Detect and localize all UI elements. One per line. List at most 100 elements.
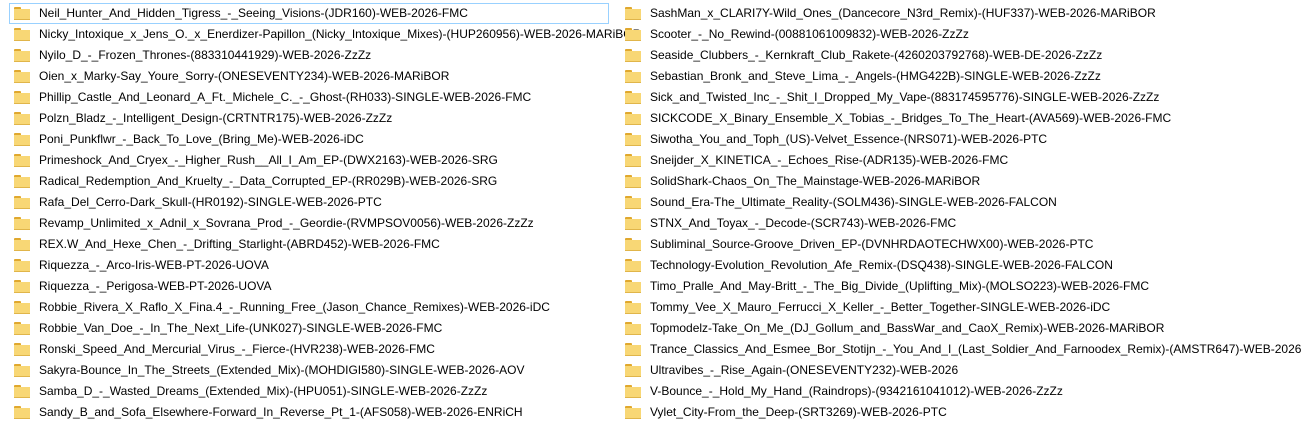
folder-name: V-Bounce_-_Hold_My_Hand_(Raindrops)-(934… <box>650 384 1063 398</box>
folder-item[interactable]: Samba_D_-_Wasted_Dreams_(Extended_Mix)-(… <box>9 381 609 402</box>
folder-item[interactable]: Trance_Classics_And_Esmee_Bor_Stotijn_-_… <box>620 339 1301 360</box>
folder-name: Timo_Pralle_And_May-Britt_-_The_Big_Divi… <box>650 279 1150 293</box>
folder-icon <box>14 259 30 272</box>
folder-icon <box>14 28 30 41</box>
folder-name: SashMan_x_CLARI7Y-Wild_Ones_(Dancecore_N… <box>650 6 1156 20</box>
folder-name: Trance_Classics_And_Esmee_Bor_Stotijn_-_… <box>650 342 1301 356</box>
folder-item[interactable]: Rafa_Del_Cerro-Dark_Skull-(HR0192)-SINGL… <box>9 192 609 213</box>
folder-icon <box>14 154 30 167</box>
folder-item[interactable]: Ultravibes_-_Rise_Again-(ONESEVENTY232)-… <box>620 360 1295 381</box>
folder-icon <box>625 343 641 356</box>
folder-icon <box>14 322 30 335</box>
folder-icon <box>14 364 30 377</box>
folder-icon <box>625 322 641 335</box>
folder-name: Vylet_City-From_the_Deep-(SRT3269)-WEB-2… <box>650 405 947 419</box>
folder-name: Subliminal_Source-Groove_Driven_EP-(DVNH… <box>650 237 1094 251</box>
folder-icon <box>14 343 30 356</box>
folder-name: Sandy_B_and_Sofa_Elsewhere-Forward_In_Re… <box>39 405 523 419</box>
folder-icon <box>625 112 641 125</box>
folder-item[interactable]: STNX_And_Toyax_-_Decode-(SCR743)-WEB-202… <box>620 213 1295 234</box>
folder-name: Samba_D_-_Wasted_Dreams_(Extended_Mix)-(… <box>39 384 488 398</box>
folder-item[interactable]: Revamp_Unlimited_x_Adnil_x_Sovrana_Prod_… <box>9 213 609 234</box>
folder-item[interactable]: Riquezza_-_Arco-Iris-WEB-PT-2026-UOVA <box>9 255 609 276</box>
folder-name: Sakyra-Bounce_In_The_Streets_(Extended_M… <box>39 363 525 377</box>
folder-name: Robbie_Rivera_X_Raflo_X_Fina.4_-_Running… <box>39 300 550 314</box>
folder-name: Riquezza_-_Arco-Iris-WEB-PT-2026-UOVA <box>39 258 269 272</box>
folder-icon <box>625 217 641 230</box>
folder-icon <box>14 91 30 104</box>
folder-item[interactable]: Sakyra-Bounce_In_The_Streets_(Extended_M… <box>9 360 609 381</box>
folder-item[interactable]: Seaside_Clubbers_-_Kernkraft_Club_Rakete… <box>620 45 1295 66</box>
folder-name: Siwotha_You_and_Toph_(US)-Velvet_Essence… <box>650 132 1048 146</box>
folder-name: Sound_Era-The_Ultimate_Reality-(SOLM436)… <box>650 195 1057 209</box>
folder-name: Radical_Redemption_And_Kruelty_-_Data_Co… <box>39 174 498 188</box>
folder-item[interactable]: Poni_Punkflwr_-_Back_To_Love_(Bring_Me)-… <box>9 129 609 150</box>
folder-item[interactable]: Nicky_Intoxique_x_Jens_O._x_Enerdizer-Pa… <box>9 24 641 45</box>
folder-item[interactable]: Vylet_City-From_the_Deep-(SRT3269)-WEB-2… <box>620 402 1295 423</box>
folder-item[interactable]: Technology-Evolution_Revolution_Afe_Remi… <box>620 255 1295 276</box>
folder-icon <box>14 238 30 251</box>
folder-icon <box>625 133 641 146</box>
file-list-pane: Neil_Hunter_And_Hidden_Tigress_-_Seeing_… <box>0 0 1301 430</box>
folder-item[interactable]: Scooter_-_No_Rewind-(00881061009832)-WEB… <box>620 24 1295 45</box>
folder-icon <box>625 7 641 20</box>
folder-item[interactable]: Robbie_Rivera_X_Raflo_X_Fina.4_-_Running… <box>9 297 609 318</box>
folder-item[interactable]: Sandy_B_and_Sofa_Elsewhere-Forward_In_Re… <box>9 402 609 423</box>
folder-name: Sebastian_Bronk_and_Steve_Lima_-_Angels-… <box>650 69 1101 83</box>
folder-icon <box>625 385 641 398</box>
folder-icon <box>14 7 30 20</box>
folder-name: STNX_And_Toyax_-_Decode-(SCR743)-WEB-202… <box>650 216 957 230</box>
folder-name: REX.W_And_Hexe_Chen_-_Drifting_Starlight… <box>39 237 440 251</box>
folder-item[interactable]: SICKCODE_X_Binary_Ensemble_X_Tobias_-_Br… <box>620 108 1295 129</box>
folder-icon <box>625 49 641 62</box>
folder-name: Scooter_-_No_Rewind-(00881061009832)-WEB… <box>650 27 969 41</box>
folder-item[interactable]: Polzn_Bladz_-_Intelligent_Design-(CRTNTR… <box>9 108 609 129</box>
folder-item[interactable]: Sick_and_Twisted_Inc_-_Shit_I_Dropped_My… <box>620 87 1295 108</box>
folder-item[interactable]: Nyilo_D_-_Frozen_Thrones-(883310441929)-… <box>9 45 609 66</box>
folder-item[interactable]: Riquezza_-_Perigosa-WEB-PT-2026-UOVA <box>9 276 609 297</box>
folder-item[interactable]: Oien_x_Marky-Say_Youre_Sorry-(ONESEVENTY… <box>9 66 609 87</box>
folder-item[interactable]: Subliminal_Source-Groove_Driven_EP-(DVNH… <box>620 234 1295 255</box>
folder-name: Topmodelz-Take_On_Me_(DJ_Gollum_and_Bass… <box>650 321 1165 335</box>
folder-icon <box>14 133 30 146</box>
folder-icon <box>14 196 30 209</box>
folder-icon <box>14 217 30 230</box>
folder-item[interactable]: Sebastian_Bronk_and_Steve_Lima_-_Angels-… <box>620 66 1295 87</box>
folder-name: Poni_Punkflwr_-_Back_To_Love_(Bring_Me)-… <box>39 132 364 146</box>
folder-item[interactable]: SashMan_x_CLARI7Y-Wild_Ones_(Dancecore_N… <box>620 3 1295 24</box>
folder-item[interactable]: Siwotha_You_and_Toph_(US)-Velvet_Essence… <box>620 129 1295 150</box>
folder-item[interactable]: REX.W_And_Hexe_Chen_-_Drifting_Starlight… <box>9 234 609 255</box>
folder-item[interactable]: V-Bounce_-_Hold_My_Hand_(Raindrops)-(934… <box>620 381 1295 402</box>
folder-icon <box>625 364 641 377</box>
folder-name: Nyilo_D_-_Frozen_Thrones-(883310441929)-… <box>39 48 372 62</box>
folder-item[interactable]: SolidShark-Chaos_On_The_Mainstage-WEB-20… <box>620 171 1295 192</box>
folder-icon <box>625 91 641 104</box>
folder-item[interactable]: Ronski_Speed_And_Mercurial_Virus_-_Fierc… <box>9 339 609 360</box>
folder-item[interactable]: Primeshock_And_Cryex_-_Higher_Rush__All_… <box>9 150 609 171</box>
folder-item[interactable]: Phillip_Castle_And_Leonard_A_Ft._Michele… <box>9 87 609 108</box>
folder-icon <box>14 385 30 398</box>
folder-name: Rafa_Del_Cerro-Dark_Skull-(HR0192)-SINGL… <box>39 195 382 209</box>
folder-icon <box>14 280 30 293</box>
folder-icon <box>14 406 30 419</box>
folder-name: Sneijder_X_KINETICA_-_Echoes_Rise-(ADR13… <box>650 153 1009 167</box>
folder-item[interactable]: Robbie_Van_Doe_-_In_The_Next_Life-(UNK02… <box>9 318 609 339</box>
folder-name: Polzn_Bladz_-_Intelligent_Design-(CRTNTR… <box>39 111 393 125</box>
folder-name: Primeshock_And_Cryex_-_Higher_Rush__All_… <box>39 153 498 167</box>
folder-name: Seaside_Clubbers_-_Kernkraft_Club_Rakete… <box>650 48 1103 62</box>
folder-icon <box>625 301 641 314</box>
folder-name: SICKCODE_X_Binary_Ensemble_X_Tobias_-_Br… <box>650 111 1172 125</box>
folder-item[interactable]: Sneijder_X_KINETICA_-_Echoes_Rise-(ADR13… <box>620 150 1295 171</box>
folder-item[interactable]: Timo_Pralle_And_May-Britt_-_The_Big_Divi… <box>620 276 1295 297</box>
folder-icon <box>625 259 641 272</box>
folder-item[interactable]: Sound_Era-The_Ultimate_Reality-(SOLM436)… <box>620 192 1295 213</box>
folder-name: Ultravibes_-_Rise_Again-(ONESEVENTY232)-… <box>650 363 959 377</box>
folder-item[interactable]: Radical_Redemption_And_Kruelty_-_Data_Co… <box>9 171 609 192</box>
folder-item[interactable]: Tommy_Vee_X_Mauro_Ferrucci_X_Keller_-_Be… <box>620 297 1295 318</box>
file-column-left: Neil_Hunter_And_Hidden_Tigress_-_Seeing_… <box>9 3 641 423</box>
folder-item[interactable]: Neil_Hunter_And_Hidden_Tigress_-_Seeing_… <box>9 3 609 24</box>
folder-item[interactable]: Topmodelz-Take_On_Me_(DJ_Gollum_and_Bass… <box>620 318 1295 339</box>
folder-icon <box>625 406 641 419</box>
folder-name: Technology-Evolution_Revolution_Afe_Remi… <box>650 258 1113 272</box>
folder-name: Oien_x_Marky-Say_Youre_Sorry-(ONESEVENTY… <box>39 69 450 83</box>
